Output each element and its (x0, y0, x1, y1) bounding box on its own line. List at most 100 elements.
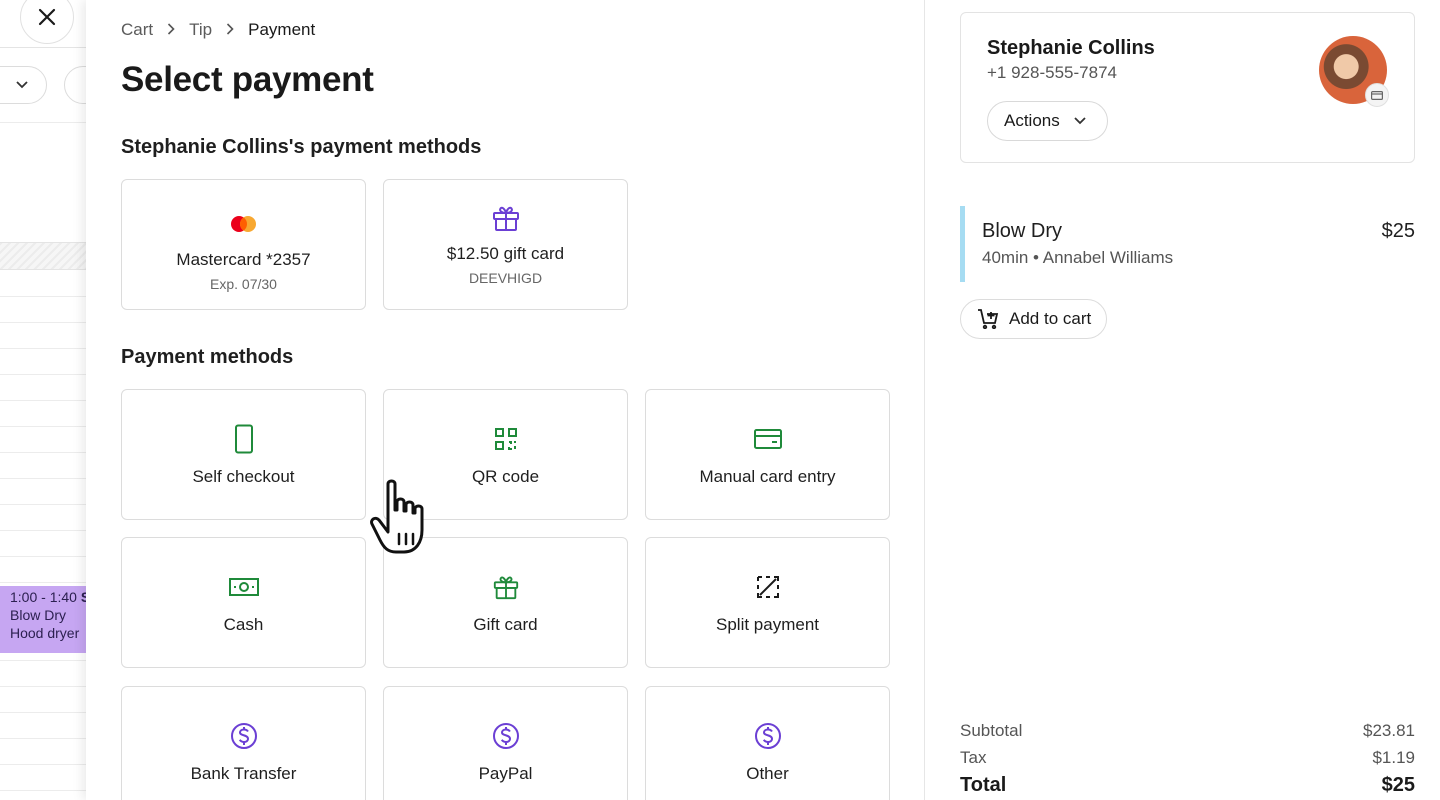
divider (0, 426, 90, 427)
breadcrumb-payment: Payment (248, 20, 316, 39)
credit-card-icon (753, 423, 783, 455)
divider (0, 738, 90, 739)
chevron-down-icon (1074, 114, 1086, 128)
blocked-time (0, 242, 90, 270)
divider (0, 556, 90, 557)
payment-modal: Cart Tip Payment Select payment Stephani… (86, 0, 1440, 800)
appointment-service: Blow Dry (10, 607, 67, 623)
chevron-right-icon (167, 22, 175, 38)
split-icon (755, 571, 781, 603)
chevron-down-icon (16, 81, 28, 89)
appointment-resource: Hood dryer (10, 625, 80, 641)
saved-gift-card-code: DEEVHIGD (468, 270, 543, 286)
divider (0, 478, 90, 479)
gift-card-label: Gift card (473, 615, 538, 634)
client-name[interactable]: Stephanie Collins (987, 37, 1155, 60)
divider (0, 764, 90, 765)
paypal-option[interactable]: PayPal (383, 686, 628, 800)
actions-label: Actions (1004, 111, 1060, 130)
divider (0, 296, 90, 297)
breadcrumb-cart[interactable]: Cart (121, 20, 153, 40)
total-label: Total (960, 774, 1007, 796)
subtotal-value: $23.81 (1363, 721, 1415, 740)
bank-transfer-label: Bank Transfer (190, 764, 297, 783)
split-payment-option[interactable]: Split payment (645, 537, 890, 668)
tax-value: $1.19 (1372, 748, 1415, 767)
client-methods-heading: Stephanie Collins's payment methods (121, 136, 482, 158)
saved-card-label: Mastercard *2357 (176, 250, 311, 269)
divider (0, 374, 90, 375)
self-checkout-option[interactable]: Self checkout (121, 389, 366, 520)
dollar-icon (754, 720, 782, 752)
divider (0, 452, 90, 453)
divider (0, 660, 90, 661)
saved-mastercard-card[interactable]: Mastercard *2357 Exp. 07/30 (121, 179, 366, 310)
payment-selection-panel: Cart Tip Payment Select payment Stephani… (86, 0, 924, 800)
actions-dropdown[interactable]: Actions (987, 101, 1108, 141)
divider (0, 790, 90, 791)
divider (0, 530, 90, 531)
dollar-icon (230, 720, 258, 752)
hand-cursor-icon (366, 478, 442, 563)
gift-icon (492, 571, 520, 603)
cart-summary-panel: Stephanie Collins +1 928-555-7874 Action… (924, 0, 1440, 800)
manual-card-entry-option[interactable]: Manual card entry (645, 389, 890, 520)
card-on-file-icon (1365, 83, 1389, 107)
add-to-cart-label: Add to cart (1009, 309, 1092, 328)
breadcrumb-tip[interactable]: Tip (189, 20, 212, 40)
cash-option[interactable]: Cash (121, 537, 366, 668)
divider (0, 122, 90, 123)
phone-icon (234, 423, 254, 455)
calendar-appointment[interactable]: 1:00 - 1:40 S Blow Dry Hood dryer (0, 586, 90, 653)
saved-gift-card-label: $12.50 gift card (446, 244, 565, 263)
saved-gift-card[interactable]: $12.50 gift card DEEVHIGD (383, 179, 628, 310)
tax-row: Tax $1.19 (960, 748, 1415, 768)
close-icon (38, 8, 56, 26)
total-row: Total $25 (960, 774, 1415, 797)
service-meta: 40min • Annabel Williams (982, 248, 1174, 267)
divider (0, 322, 90, 323)
divider (0, 712, 90, 713)
appointment-time-text: 1:00 - 1:40 (10, 589, 77, 605)
client-phone: +1 928-555-7874 (987, 63, 1117, 82)
split-payment-label: Split payment (716, 615, 819, 634)
client-card: Stephanie Collins +1 928-555-7874 Action… (960, 12, 1415, 163)
mastercard-icon (229, 208, 259, 240)
cash-label: Cash (223, 615, 264, 634)
divider (0, 47, 90, 48)
bank-transfer-option[interactable]: Bank Transfer (121, 686, 366, 800)
background-calendar: 1:00 - 1:40 S Blow Dry Hood dryer (0, 0, 90, 800)
other-label: Other (746, 764, 789, 783)
qr-code-icon (494, 423, 518, 455)
other-option[interactable]: Other (645, 686, 890, 800)
dollar-icon (492, 720, 520, 752)
gift-icon (491, 202, 521, 234)
saved-card-expiry: Exp. 07/30 (210, 276, 277, 292)
service-name: Blow Dry (982, 220, 1063, 242)
qr-code-label: QR code (471, 467, 540, 486)
chevron-right-icon (226, 22, 234, 38)
paypal-label: PayPal (478, 764, 533, 783)
divider (0, 348, 90, 349)
tax-label: Tax (960, 748, 987, 767)
subtotal-label: Subtotal (960, 721, 1023, 740)
manual-card-entry-label: Manual card entry (699, 467, 836, 486)
divider (0, 686, 90, 687)
breadcrumb: Cart Tip Payment (121, 20, 315, 40)
divider (0, 400, 90, 401)
cart-service-item[interactable]: Blow Dry 40min • Annabel Williams $25 (960, 206, 1415, 282)
self-checkout-label: Self checkout (192, 467, 295, 486)
divider (0, 582, 90, 583)
cash-icon (228, 571, 260, 603)
add-to-cart-button[interactable]: Add to cart (960, 299, 1107, 339)
payment-methods-heading: Payment methods (121, 346, 294, 368)
total-value: $25 (1381, 774, 1415, 796)
cart-plus-icon (978, 309, 999, 329)
subtotal-row: Subtotal $23.81 (960, 721, 1415, 741)
appointment-time: 1:00 - 1:40 S (10, 588, 90, 606)
calendar-dropdown[interactable] (0, 66, 47, 104)
close-button[interactable] (20, 0, 74, 44)
page-title: Select payment (121, 60, 374, 99)
divider (0, 504, 90, 505)
service-price: $25 (1381, 220, 1415, 242)
